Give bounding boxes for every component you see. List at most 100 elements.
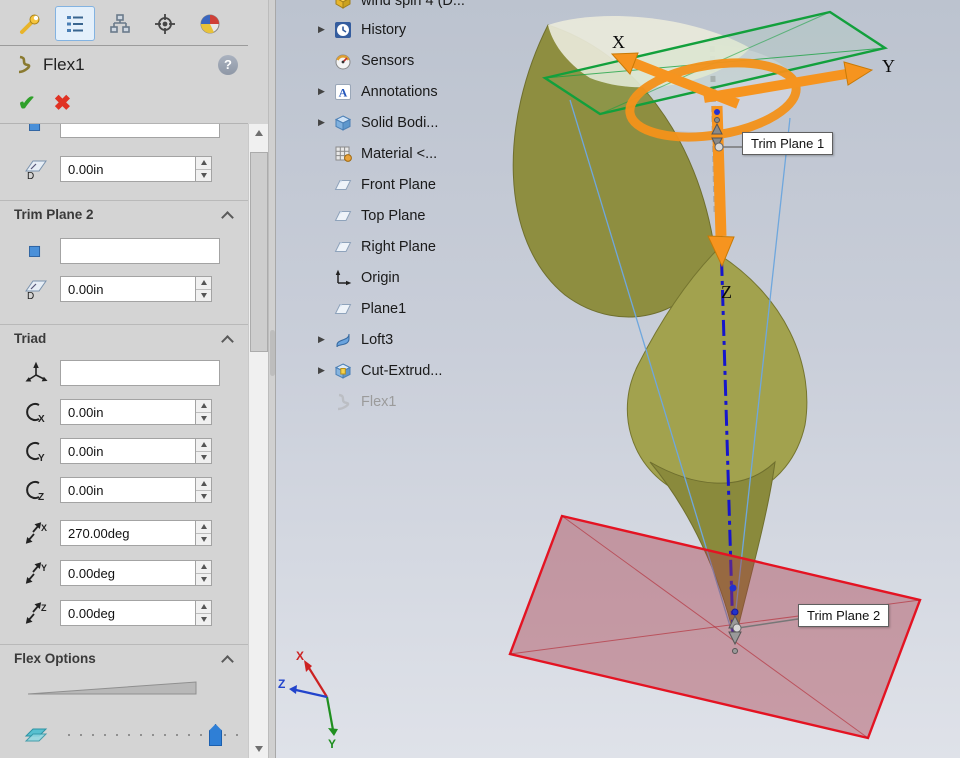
ok-button[interactable]: ✔ — [18, 91, 36, 116]
triad-x-origin-spinner[interactable] — [196, 399, 212, 425]
tree-item-origin[interactable]: ▶ Origin — [318, 262, 465, 293]
trim-plane2-ref-icon — [24, 240, 60, 262]
tree-item-plane1[interactable]: ▶ Plane1 — [318, 293, 465, 324]
triad-x-origin-field[interactable]: 0.00in — [60, 399, 196, 425]
trim-plane1-distance-spinner[interactable] — [196, 156, 212, 182]
tab-display-manager[interactable] — [190, 6, 230, 41]
triad-z-origin-field[interactable]: 0.00in — [60, 477, 196, 503]
callout1-anchor[interactable] — [714, 142, 724, 152]
tab-configuration-manager[interactable] — [100, 6, 140, 41]
panel-scrollbar[interactable] — [248, 124, 269, 758]
triad-y-origin-spinner[interactable] — [196, 438, 212, 464]
orientation-z-label: Z — [278, 677, 285, 691]
triad-y-arrowhead[interactable] — [843, 61, 874, 86]
callout2-anchor[interactable] — [732, 623, 742, 633]
cancel-button[interactable]: ✖ — [54, 91, 72, 116]
collapse-chevron-icon[interactable] — [221, 654, 234, 668]
sensors-icon — [334, 52, 354, 70]
hierarchy-icon — [110, 13, 130, 33]
section-triad[interactable]: Triad — [0, 324, 248, 352]
trim-plane2-reference-field[interactable] — [60, 238, 220, 264]
trim-plane1-distance-row: D 0.00in — [0, 156, 248, 182]
expand-arrow-icon[interactable]: ▶ — [318, 365, 334, 376]
tree-item-label: Sensors — [361, 52, 415, 69]
y-rotate-icon: Y — [24, 561, 60, 585]
tree-item-right-plane[interactable]: ▶ Right Plane — [318, 231, 465, 262]
trim-plane1-callout[interactable]: Trim Plane 1 — [742, 132, 834, 155]
expand-arrow-icon[interactable]: ▶ — [318, 86, 334, 97]
expand-arrow-icon[interactable]: ▶ — [318, 117, 334, 128]
plane-icon — [334, 176, 354, 194]
trim-distance-icon: D — [24, 157, 60, 181]
triad-reference-field[interactable] — [60, 360, 220, 386]
trim-plane2-distance-spinner[interactable] — [196, 276, 212, 302]
trim-plane1-reference-field[interactable] — [60, 124, 220, 138]
panel-splitter[interactable] — [268, 0, 276, 758]
render-sphere-icon — [200, 14, 220, 33]
tab-property-manager[interactable] — [10, 6, 50, 41]
tree-item-label: wind spin 4 (D... — [361, 0, 465, 9]
trim-plane2-callout[interactable]: Trim Plane 2 — [798, 604, 890, 627]
tree-item-solid-bodies[interactable]: ▶ Solid Bodi... — [318, 107, 465, 138]
accuracy-slider-track[interactable] — [68, 724, 240, 746]
expand-arrow-icon[interactable]: ▶ — [318, 334, 334, 345]
triad-z-rotate-spinner[interactable] — [196, 600, 212, 626]
axis-label-z: Z — [721, 282, 732, 302]
scroll-thumb[interactable] — [250, 152, 268, 352]
triad-reference-row — [0, 360, 248, 386]
tree-item-loft3[interactable]: ▶ Loft3 — [318, 324, 465, 355]
tree-item-front-plane[interactable]: ▶ Front Plane — [318, 169, 465, 200]
graphics-area[interactable]: X Y Z X Y Z Trim Plane 1 Trim Plane 2 wi… — [276, 0, 960, 758]
tree-item-root[interactable]: ▶ wind spin 4 (D... — [318, 0, 465, 14]
tree-item-history[interactable]: ▶ History — [318, 14, 465, 45]
x-origin-icon: X — [24, 400, 60, 424]
triad-z-rotate-row: Z 0.00deg — [0, 600, 248, 626]
triad-y-rotate-field[interactable]: 0.00deg — [60, 560, 196, 586]
orientation-x-label: X — [296, 649, 304, 663]
tree-item-label: Plane1 — [361, 300, 407, 317]
svg-text:X: X — [38, 414, 45, 424]
tree-item-top-plane[interactable]: ▶ Top Plane — [318, 200, 465, 231]
orientation-triad: X Y Z — [278, 649, 338, 751]
trim-plane1-distance-field[interactable]: 0.00in — [60, 156, 196, 182]
trim-plane2-distance-field[interactable]: 0.00in — [60, 276, 196, 302]
section-trim-plane2[interactable]: Trim Plane 2 — [0, 200, 248, 228]
triad-y-rotate-spinner[interactable] — [196, 560, 212, 586]
tree-item-label: Flex1 — [361, 393, 397, 410]
orientation-y-label: Y — [328, 737, 336, 751]
tree-item-label: Material <... — [361, 145, 438, 162]
triad-x-rotate-spinner[interactable] — [196, 520, 212, 546]
svg-text:X: X — [41, 523, 47, 533]
triad-x-rotate-field[interactable]: 270.00deg — [60, 520, 196, 546]
z-rotate-icon: Z — [24, 601, 60, 625]
tree-item-label: Annotations — [361, 83, 438, 100]
collapse-chevron-icon[interactable] — [221, 334, 234, 348]
page-title: Flex1 — [43, 55, 85, 74]
tree-item-label: Origin — [361, 269, 400, 286]
trim-plane2-reference-row — [0, 238, 248, 264]
scroll-up-button[interactable] — [249, 124, 269, 142]
axis-label-x: X — [612, 32, 625, 52]
splitter-grip[interactable] — [270, 330, 275, 376]
section-flex-options[interactable]: Flex Options — [0, 644, 248, 672]
z-origin-icon: Z — [24, 478, 60, 502]
axis-top-dot — [714, 109, 720, 115]
tab-dimxpert-manager[interactable] — [145, 6, 185, 41]
tree-item-cut-extrude[interactable]: ▶ Cut-Extrud... — [318, 355, 465, 386]
expand-arrow-icon[interactable]: ▶ — [318, 24, 334, 35]
tree-item-annotations[interactable]: ▶ A Annotations — [318, 76, 465, 107]
collapse-chevron-icon[interactable] — [221, 210, 234, 224]
triad-y-origin-field[interactable]: 0.00in — [60, 438, 196, 464]
triad-z-origin-spinner[interactable] — [196, 477, 212, 503]
triad-z-rotate-field[interactable]: 0.00deg — [60, 600, 196, 626]
svg-text:Z: Z — [38, 492, 44, 502]
trim-plane2-distance-row: D 0.00in — [0, 276, 248, 302]
scroll-down-button[interactable] — [249, 740, 269, 758]
tree-item-material[interactable]: ▶ Material <... — [318, 138, 465, 169]
accuracy-slider-handle[interactable] — [209, 724, 223, 746]
tree-item-sensors[interactable]: ▶ Sensors — [318, 45, 465, 76]
help-icon[interactable]: ? — [218, 55, 238, 75]
tree-item-flex1[interactable]: ▶ Flex1 — [318, 386, 465, 417]
tree-item-label: Solid Bodi... — [361, 114, 439, 131]
tab-feature-manager[interactable] — [55, 6, 95, 41]
